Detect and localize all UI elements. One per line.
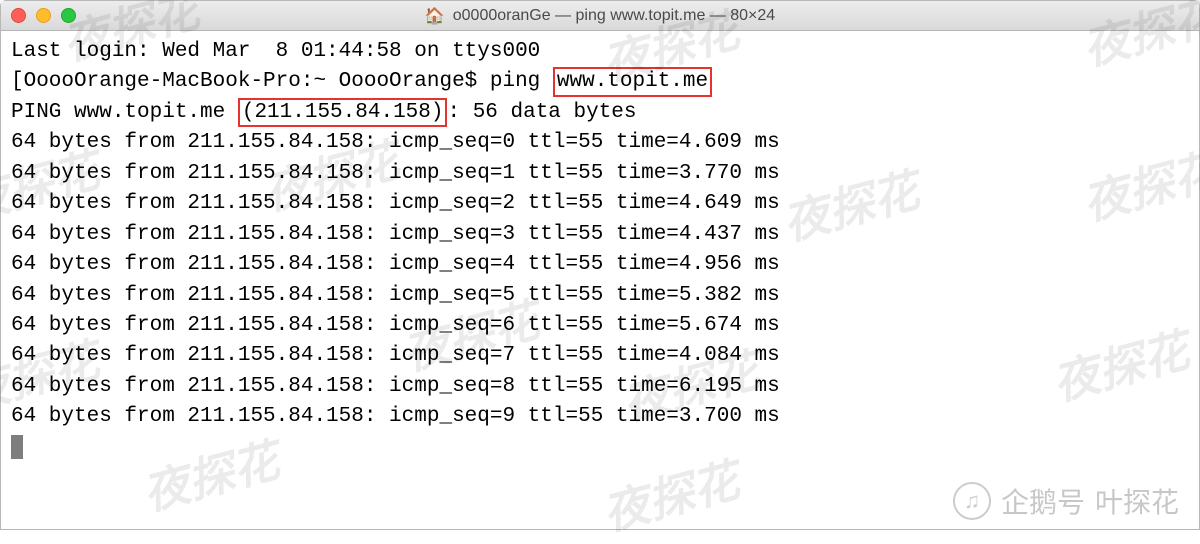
minimize-button[interactable] bbox=[36, 8, 51, 23]
home-icon: 🏠 bbox=[425, 6, 445, 26]
ping-reply-line: 64 bytes from 211.155.84.158: icmp_seq=8… bbox=[11, 372, 1189, 402]
highlight-target: www.topit.me bbox=[553, 67, 712, 96]
ping-reply-line: 64 bytes from 211.155.84.158: icmp_seq=0… bbox=[11, 128, 1189, 158]
penguin-icon: ♫ bbox=[953, 482, 991, 520]
ping-reply-line: 64 bytes from 211.155.84.158: icmp_seq=1… bbox=[11, 159, 1189, 189]
ping-reply-line: 64 bytes from 211.155.84.158: icmp_seq=9… bbox=[11, 402, 1189, 432]
highlight-ip: (211.155.84.158) bbox=[238, 98, 448, 127]
ping-reply-line: 64 bytes from 211.155.84.158: icmp_seq=3… bbox=[11, 220, 1189, 250]
ping-reply-line: 64 bytes from 211.155.84.158: icmp_seq=7… bbox=[11, 341, 1189, 371]
ping-header-line: PING www.topit.me (211.155.84.158): 56 d… bbox=[11, 98, 1189, 128]
last-login-line: Last login: Wed Mar 8 01:44:58 on ttys00… bbox=[11, 37, 1189, 67]
traffic-lights bbox=[11, 8, 76, 23]
ping-reply-line: 64 bytes from 211.155.84.158: icmp_seq=4… bbox=[11, 250, 1189, 280]
terminal-cursor bbox=[11, 435, 23, 459]
attribution-prefix: 企鹅号 bbox=[1001, 481, 1085, 521]
title-area: 🏠 o0000oranGe — ping www.topit.me — 80×2… bbox=[425, 6, 775, 26]
command-line: [OoooOrange-MacBook-Pro:~ OoooOrange$ pi… bbox=[11, 67, 1189, 97]
window-title: o0000oranGe — ping www.topit.me — 80×24 bbox=[453, 7, 775, 25]
ping-reply-line: 64 bytes from 211.155.84.158: icmp_seq=6… bbox=[11, 311, 1189, 341]
close-button[interactable] bbox=[11, 8, 26, 23]
terminal-output[interactable]: Last login: Wed Mar 8 01:44:58 on ttys00… bbox=[1, 31, 1199, 469]
attribution: ♫ 企鹅号 叶探花 bbox=[953, 481, 1179, 521]
maximize-button[interactable] bbox=[61, 8, 76, 23]
ping-reply-line: 64 bytes from 211.155.84.158: icmp_seq=5… bbox=[11, 281, 1189, 311]
attribution-name: 叶探花 bbox=[1095, 481, 1179, 521]
ping-reply-line: 64 bytes from 211.155.84.158: icmp_seq=2… bbox=[11, 189, 1189, 219]
window-titlebar: 🏠 o0000oranGe — ping www.topit.me — 80×2… bbox=[1, 1, 1199, 31]
ping-replies: 64 bytes from 211.155.84.158: icmp_seq=0… bbox=[11, 128, 1189, 432]
